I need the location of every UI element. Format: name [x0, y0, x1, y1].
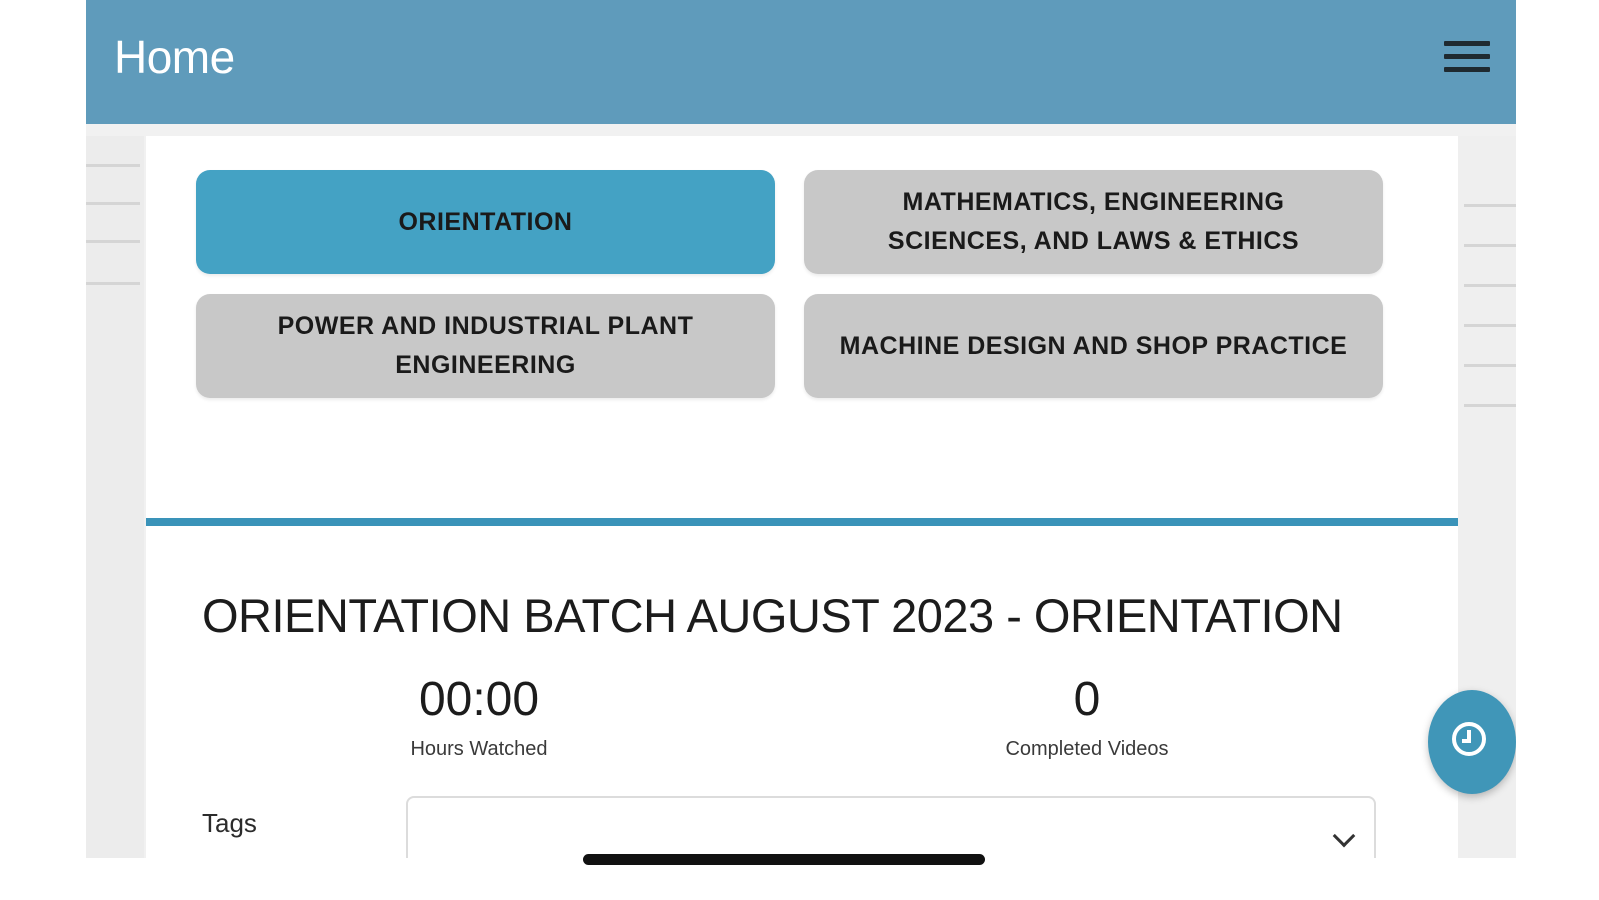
tags-select[interactable] [406, 796, 1376, 858]
hours-watched-label: Hours Watched [410, 738, 548, 760]
menu-line [1444, 54, 1490, 59]
background-stripe [1464, 364, 1516, 367]
background-left [86, 136, 144, 858]
category-button-machine-design[interactable]: MACHINE DESIGN AND SHOP PRACTICE [804, 294, 1383, 398]
completed-videos-label: Completed Videos [1005, 738, 1169, 760]
background-stripe [1464, 404, 1516, 407]
top-bar: Home [86, 0, 1516, 124]
page-title: Home [114, 31, 235, 83]
app-screen: Home ORIENTATION MATHEMATICS, ENGINEERIN… [86, 0, 1516, 858]
batch-title: ORIENTATION BATCH AUGUST 2023 - ORIENTAT… [202, 589, 1343, 642]
hours-watched-value: 00:00 [418, 673, 540, 726]
completed-videos-value: 0 [1073, 673, 1101, 726]
section-divider [146, 518, 1458, 526]
background-stripe [86, 240, 140, 243]
content-card: ORIENTATION MATHEMATICS, ENGINEERING SCI… [146, 136, 1458, 858]
history-fab-button[interactable] [1428, 690, 1516, 794]
background-stripe [1464, 204, 1516, 207]
hamburger-menu-icon[interactable] [1444, 38, 1490, 76]
category-button-power-plant[interactable]: POWER AND INDUSTRIAL PLANT ENGINEERING [196, 294, 775, 398]
clock-icon [1452, 722, 1486, 756]
chevron-down-icon [1332, 824, 1356, 848]
background-stripe [1464, 324, 1516, 327]
background-stripe [86, 282, 140, 285]
home-indicator [583, 854, 985, 865]
menu-line [1444, 41, 1490, 46]
category-button-orientation[interactable]: ORIENTATION [196, 170, 775, 274]
background-stripe [86, 164, 140, 167]
background-stripe [1464, 244, 1516, 247]
category-button-mathematics[interactable]: MATHEMATICS, ENGINEERING SCIENCES, AND L… [804, 170, 1383, 274]
tags-label: Tags [202, 808, 257, 838]
menu-line [1444, 67, 1490, 72]
background-stripe [1464, 284, 1516, 287]
background-stripe [86, 202, 140, 205]
